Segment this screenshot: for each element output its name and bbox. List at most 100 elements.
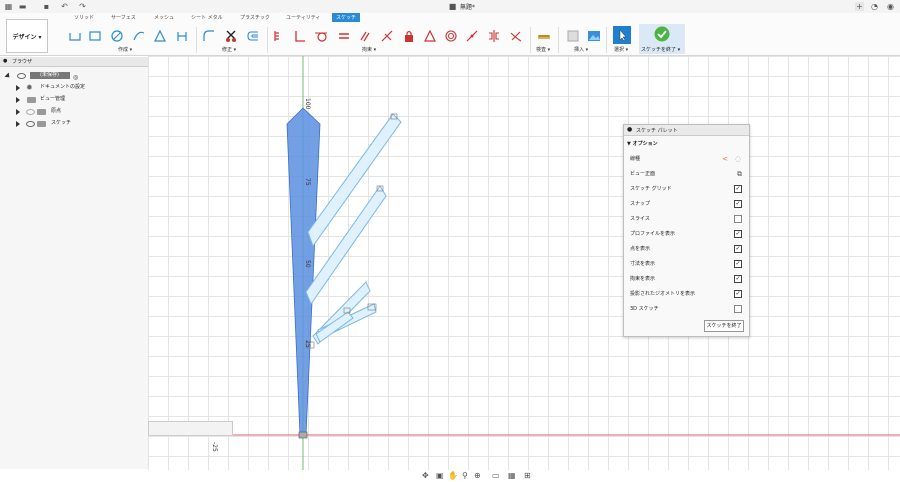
curvature-constraint-icon[interactable] [509, 29, 523, 43]
create-group-label[interactable]: 作成 ▾ [118, 46, 132, 53]
display-settings-icon[interactable]: ▭ [492, 472, 500, 480]
dimension-label-neg25[interactable]: -25 [211, 442, 218, 452]
closed-profile-region[interactable] [286, 107, 321, 436]
tab-plastic[interactable]: プラスチック [240, 14, 270, 21]
circle-tool-icon[interactable] [110, 29, 124, 43]
concentric-constraint-icon[interactable] [444, 29, 458, 43]
browser-item-origin[interactable]: 原点 [0, 106, 148, 117]
fillet-tool-icon[interactable] [202, 29, 216, 43]
browser-header[interactable]: ● ブラウザ [0, 57, 148, 67]
tab-utility[interactable]: ユーティリティ [286, 14, 320, 21]
zoom-icon[interactable]: ⚲ [462, 472, 470, 480]
select-group-label[interactable]: 選択 ▾ [614, 46, 628, 53]
browser-item-sketches[interactable]: スケッチ [0, 118, 148, 129]
measure-ruler-icon[interactable] [537, 29, 551, 43]
finish-sketch-button[interactable]: スケッチを終了 [704, 320, 744, 332]
select-tool-button[interactable] [613, 26, 631, 44]
viewports-icon[interactable]: ⊞ [524, 472, 532, 480]
redo-icon[interactable]: ↷ [78, 2, 87, 11]
look-at-icon[interactable]: ⧉ [737, 167, 742, 181]
tangent-constraint-icon[interactable] [314, 29, 328, 43]
undo-icon[interactable]: ↶ [60, 2, 69, 11]
dimension-label-100[interactable]: 100 [304, 98, 311, 110]
save-icon[interactable]: ▪ [42, 2, 51, 11]
dimension-tool-icon[interactable] [272, 29, 286, 43]
expand-triangle-icon[interactable] [16, 121, 20, 127]
browser-root-row[interactable]: (未保存) ◎ [0, 70, 148, 81]
expand-triangle-icon[interactable] [16, 97, 20, 103]
expand-triangle-icon[interactable] [4, 72, 12, 80]
show-points-checkbox[interactable]: ✓ [734, 245, 742, 253]
midpoint-constraint-icon[interactable] [423, 29, 437, 43]
grid-settings-icon[interactable]: ▦ [508, 472, 516, 480]
equal-constraint-icon[interactable] [337, 29, 351, 43]
dimension-label-25[interactable]: 25 [304, 340, 311, 348]
clock-icon[interactable]: ◔ [870, 2, 879, 11]
arc-tool-icon[interactable] [132, 29, 146, 43]
trim-scissors-icon[interactable] [224, 29, 238, 43]
canvas-viewport[interactable]: 100 75 50 25 -25 [148, 56, 900, 470]
mirror-tool-icon[interactable] [175, 29, 189, 43]
offset-tool-icon[interactable] [246, 29, 260, 43]
parallel-constraint-icon[interactable] [358, 29, 372, 43]
globe-icon[interactable]: ◉ [886, 2, 895, 11]
polygon-tool-icon[interactable] [153, 29, 167, 43]
palette-collapse-icon[interactable]: ● [627, 126, 632, 133]
visibility-eye-icon[interactable] [26, 109, 35, 115]
browser-item-view-management[interactable]: ビュー管理 [0, 94, 148, 105]
plus-icon[interactable]: + [855, 2, 864, 11]
orbit-icon[interactable]: ✥ [422, 472, 430, 480]
look-at-icon[interactable]: ▣ [436, 472, 444, 480]
modify-group-label[interactable]: 修正 ▾ [222, 46, 236, 53]
insert-derive-icon[interactable] [566, 29, 580, 43]
collinear-constraint-icon[interactable] [465, 29, 479, 43]
snap-checkbox[interactable]: ✓ [734, 200, 742, 208]
text-commands-box[interactable] [148, 421, 233, 436]
grid-icon[interactable]: ▦ [4, 2, 13, 11]
expand-triangle-icon[interactable] [16, 85, 20, 91]
rectangle-tool-icon[interactable] [88, 29, 102, 43]
tab-solid[interactable]: ソリッド [74, 14, 94, 21]
3d-sketch-checkbox[interactable] [734, 305, 742, 313]
sketch-grid-checkbox[interactable]: ✓ [734, 185, 742, 193]
sketch-branch[interactable] [305, 185, 387, 306]
origin-point-icon[interactable] [298, 431, 308, 439]
pan-hand-icon[interactable]: ✋ [448, 472, 458, 480]
fix-lock-icon[interactable] [402, 29, 416, 43]
fit-icon[interactable]: ⊕ [474, 472, 482, 480]
finish-sketch-ribbon-button[interactable]: スケッチを終了 ▾ [639, 24, 685, 54]
constraints-group-label[interactable]: 拘束 ▾ [362, 46, 376, 53]
tab-mesh[interactable]: メッシュ [154, 14, 174, 21]
show-projected-checkbox[interactable]: ✓ [734, 290, 742, 298]
construction-line-icon[interactable]: < [722, 152, 728, 166]
slice-checkbox[interactable] [734, 215, 742, 223]
dimension-label-75[interactable]: 75 [304, 178, 311, 186]
file-icon[interactable]: ▬ [18, 2, 27, 11]
palette-row-label: 点を表示 [630, 246, 651, 252]
tab-sketch[interactable]: スケッチ [332, 13, 361, 22]
workspace-button[interactable]: デザイン ▾ [6, 19, 48, 53]
horizontal-vertical-constraint-icon[interactable] [293, 29, 307, 43]
dimension-label-50[interactable]: 50 [304, 260, 311, 268]
centerline-icon[interactable]: ◌ [735, 152, 741, 166]
collapse-icon[interactable]: ● [3, 58, 7, 64]
show-constraints-checkbox[interactable]: ✓ [734, 275, 742, 283]
options-section-header[interactable]: ▼ オプション [627, 137, 739, 151]
palette-header[interactable]: ● スケッチ パレット [624, 125, 749, 136]
show-profile-checkbox[interactable]: ✓ [734, 230, 742, 238]
tab-surface[interactable]: サーフェス [111, 14, 136, 21]
root-component-label[interactable]: (未保存) [30, 72, 70, 79]
sketch-canvas[interactable]: 100 75 50 25 -25 [148, 56, 900, 470]
insert-image-icon[interactable] [587, 29, 601, 43]
symmetry-constraint-icon[interactable] [487, 29, 501, 43]
inspect-group-label[interactable]: 検査 ▾ [536, 46, 550, 53]
visibility-eye-icon[interactable] [26, 121, 35, 127]
expand-triangle-icon[interactable] [16, 109, 20, 115]
show-dimensions-checkbox[interactable]: ✓ [734, 260, 742, 268]
visibility-eye-icon[interactable] [17, 73, 26, 79]
line-tool-icon[interactable] [68, 29, 82, 43]
browser-item-document-settings[interactable]: ✹ ドキュメントの設定 [0, 82, 148, 93]
perpendicular-constraint-icon[interactable] [380, 29, 394, 43]
tab-sheet-metal[interactable]: シート メタル [191, 14, 223, 21]
insert-group-label[interactable]: 挿入 ▾ [574, 46, 588, 53]
